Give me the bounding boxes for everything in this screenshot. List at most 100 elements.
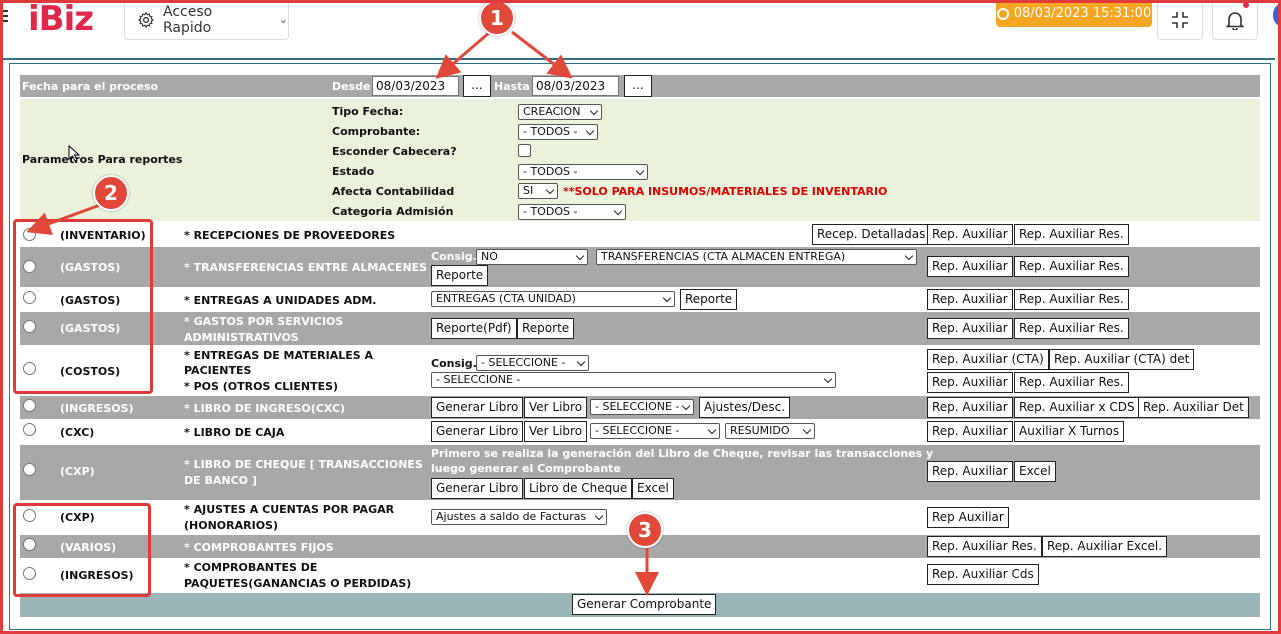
libro-caja-select[interactable]: - SELECCIONE - — [590, 423, 720, 439]
row-type: (INGRESOS) — [60, 569, 134, 582]
rep-auxiliar-cta-button[interactable]: Rep. Auxiliar (CTA) — [927, 349, 1049, 370]
rep-auxiliar-button[interactable]: Rep. Auxiliar — [927, 289, 1013, 310]
generar-libro-button[interactable]: Generar Libro — [431, 421, 524, 442]
cheque-note-2: luego generar el Comprobante — [431, 462, 621, 475]
rep-auxiliar-res-button[interactable]: Rep. Auxiliar Res. — [1014, 318, 1129, 339]
chevron-down-icon: ⌄ — [278, 13, 288, 26]
generar-libro-button[interactable]: Generar Libro — [431, 397, 524, 418]
rep-auxiliar-res-button[interactable]: Rep. Auxiliar Res. — [927, 536, 1042, 557]
notifications-button[interactable] — [1212, 0, 1258, 40]
report-radio[interactable] — [23, 260, 36, 273]
report-radio[interactable] — [23, 567, 36, 580]
recep-detalladas-button[interactable]: Recep. Detalladas — [812, 224, 931, 245]
libro-cheque-button[interactable]: Libro de Cheque — [524, 478, 633, 499]
row-desc: * ENTREGAS A UNIDADES ADM. — [184, 294, 377, 307]
rep-auxiliar-res-button[interactable]: Rep. Auxiliar Res. — [1014, 289, 1129, 310]
desde-input[interactable]: 08/03/2023 — [372, 76, 459, 96]
report-row-recepciones: (INVENTARIO) * RECEPCIONES DE PROVEEDORE… — [20, 223, 1260, 246]
afecta-label: Afecta Contabilidad — [332, 185, 455, 198]
rep-auxiliar-button[interactable]: Rep. Auxiliar — [927, 397, 1013, 418]
avatar[interactable] — [1273, 4, 1281, 26]
reporte-button[interactable]: Reporte — [680, 289, 738, 310]
entregas-select[interactable]: ENTREGAS (CTA UNIDAD) — [431, 291, 675, 307]
rep-auxiliar-res-button[interactable]: Rep. Auxiliar Res. — [1014, 224, 1129, 245]
date-process-label: Fecha para el proceso — [22, 80, 159, 93]
report-row-materiales: (COSTOS) * ENTREGAS DE MATERIALES A PACI… — [20, 346, 1260, 395]
libro-ingreso-select[interactable]: - SELECCIONE - — [590, 399, 694, 415]
collapse-button[interactable] — [1157, 0, 1203, 40]
date-range-row: Fecha para el proceso Desde 08/03/2023 .… — [20, 75, 1260, 97]
annotation-badge-1: 1 — [479, 0, 515, 36]
rep-auxiliar-det-button[interactable]: Rep. Auxiliar Det — [1138, 397, 1249, 418]
comprobante-select[interactable]: - TODOS - — [518, 124, 598, 140]
report-radio[interactable] — [23, 291, 36, 304]
row-type: (VARIOS) — [60, 541, 117, 554]
reporte-button[interactable]: Reporte — [517, 318, 575, 339]
estado-select[interactable]: - TODOS - — [518, 164, 648, 180]
report-radio[interactable] — [23, 538, 36, 551]
auxiliar-turnos-button[interactable]: Auxiliar X Turnos — [1014, 421, 1125, 442]
rep-auxiliar-res-button[interactable]: Rep. Auxiliar Res. — [1014, 372, 1129, 393]
row-desc-1: * AJUSTES A CUENTAS POR PAGAR — [184, 503, 395, 516]
menu-icon[interactable] — [2, 10, 8, 25]
ver-libro-button[interactable]: Ver Libro — [524, 421, 588, 442]
categoria-select[interactable]: - TODOS - — [518, 204, 626, 220]
hasta-label: Hasta — [494, 80, 530, 93]
afecta-select[interactable]: SI — [518, 183, 558, 199]
consig-label: Consig. — [431, 250, 477, 263]
resumido-select[interactable]: RESUMIDO — [725, 423, 815, 439]
consig-select[interactable]: - SELECCIONE - — [476, 355, 589, 371]
rep-auxiliar-button[interactable]: Rep. Auxiliar — [927, 318, 1013, 339]
row-type: (INGRESOS) — [60, 402, 134, 415]
row-desc-2: (HONORARIOS) — [184, 519, 278, 532]
report-radio[interactable] — [23, 463, 36, 476]
rep-auxiliar-cds-button[interactable]: Rep. Auxiliar x CDS — [1014, 397, 1140, 418]
reporte-button[interactable]: Reporte — [431, 265, 489, 286]
rep-auxiliar-button[interactable]: Rep. Auxiliar — [927, 372, 1013, 393]
transfer-type-select[interactable]: TRANSFERENCIAS (CTA ALMACEN ENTREGA) — [596, 249, 917, 265]
rep-auxiliar-button[interactable]: Rep Auxiliar — [927, 507, 1009, 528]
rep-auxiliar-button[interactable]: Rep. Auxiliar — [927, 461, 1013, 482]
consig-select[interactable]: NO — [476, 249, 588, 265]
report-radio[interactable] — [23, 228, 36, 241]
generar-libro-button[interactable]: Generar Libro — [431, 478, 524, 499]
ver-libro-button[interactable]: Ver Libro — [524, 397, 588, 418]
row-type: (GASTOS) — [60, 322, 121, 335]
rep-auxiliar-cds-button[interactable]: Rep. Auxiliar Cds — [927, 564, 1039, 585]
esconder-checkbox[interactable] — [518, 144, 531, 157]
excel-button[interactable]: Excel — [1014, 461, 1056, 482]
generar-comprobante-button[interactable]: Generar Comprobante — [572, 594, 717, 615]
hasta-picker-button[interactable]: ... — [624, 75, 652, 97]
report-radio[interactable] — [23, 399, 36, 412]
reporte-pdf-button[interactable]: Reporte(Pdf) — [431, 318, 517, 339]
quick-access-dropdown[interactable]: Acceso Rapido ⌄ — [124, 0, 289, 40]
comprobante-label: Comprobante: — [332, 125, 421, 138]
rep-auxiliar-button[interactable]: Rep. Auxiliar — [927, 256, 1013, 277]
rep-auxiliar-button[interactable]: Rep. Auxiliar — [927, 224, 1013, 245]
report-radio[interactable] — [23, 509, 36, 522]
excel-button[interactable]: Excel — [632, 478, 674, 499]
report-row-comprobantes-paquetes: (INGRESOS) * COMPROBANTES DE PAQUETES(GA… — [20, 559, 1260, 592]
tipo-fecha-select[interactable]: CREACION — [518, 104, 602, 120]
hasta-input[interactable]: 08/03/2023 — [532, 76, 619, 96]
rep-auxiliar-res-button[interactable]: Rep. Auxiliar Res. — [1014, 256, 1129, 277]
row-desc: * LIBRO DE INGRESO(CXC) — [184, 402, 346, 415]
report-radio[interactable] — [23, 423, 36, 436]
ajustes-select[interactable]: Ajustes a saldo de Facturas — [431, 509, 607, 525]
row-desc-1: * GASTOS POR SERVICIOS — [184, 315, 344, 328]
pos-select[interactable]: - SELECCIONE - — [431, 372, 836, 388]
datetime-badge: 08/03/2023 15:31:00 — [996, 0, 1152, 27]
row-desc-2: PAQUETES(GANANCIAS O PERDIDAS) — [184, 577, 412, 590]
rep-auxiliar-cta-det-button[interactable]: Rep. Auxiliar (CTA) det — [1049, 349, 1195, 370]
report-radio[interactable] — [23, 362, 36, 375]
row-desc: * RECEPCIONES DE PROVEEDORES — [184, 229, 396, 242]
report-radio[interactable] — [23, 320, 36, 333]
rep-auxiliar-excel-button[interactable]: Rep. Auxiliar Excel. — [1042, 536, 1168, 557]
rep-auxiliar-button[interactable]: Rep. Auxiliar — [927, 421, 1013, 442]
report-row-libro-cheque: (CXP) * LIBRO DE CHEQUE [ TRANSACCIONES … — [20, 445, 1260, 500]
tipo-fecha-label: Tipo Fecha: — [332, 105, 404, 118]
desde-picker-button[interactable]: ... — [463, 75, 491, 97]
app-logo: iBiz — [28, 0, 94, 39]
row-desc: * TRANSFERENCIAS ENTRE ALMACENES — [184, 261, 428, 274]
ajustes-desc-button[interactable]: Ajustes/Desc. — [699, 397, 791, 418]
